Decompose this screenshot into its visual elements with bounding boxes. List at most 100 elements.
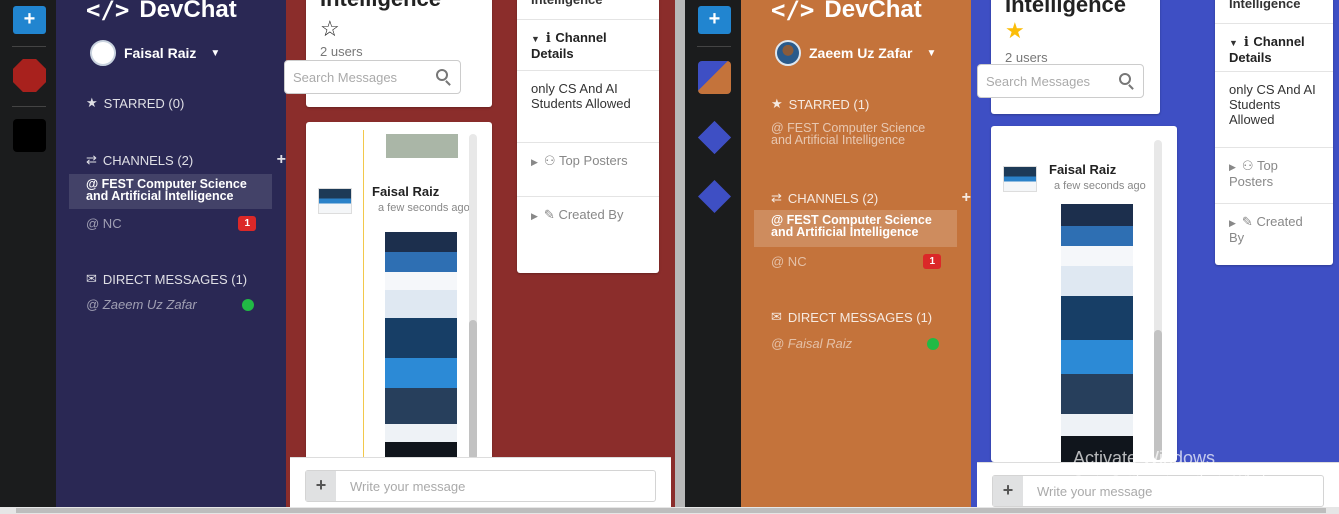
theme-swatch-blue-cream[interactable] <box>698 121 731 154</box>
user-menu[interactable]: Zaeem Uz Zafar ▼ <box>775 40 936 66</box>
created-by-label: Created By <box>558 207 624 222</box>
mail-icon: ✉ <box>771 309 782 324</box>
scrollbar-thumb[interactable] <box>1154 330 1162 460</box>
message-image[interactable] <box>385 232 457 462</box>
app-logo: </> DevChat <box>771 0 922 24</box>
messages-panel: Faisal Raiz a few seconds ago <box>991 126 1177 462</box>
star-filled-icon[interactable]: ★ <box>1005 18 1025 44</box>
rail-divider <box>12 46 46 47</box>
dropdown-caret-icon: ▼ <box>926 47 937 59</box>
app-name: DevChat <box>824 0 922 23</box>
mail-icon: ✉ <box>86 271 97 286</box>
new-message-divider <box>363 130 364 460</box>
rail-divider <box>697 46 731 47</box>
theme-swatch-red[interactable] <box>13 59 46 92</box>
horizontal-scrollbar-thumb[interactable] <box>16 508 1326 513</box>
message-author: Faisal Raiz <box>372 184 440 199</box>
code-icon: </> <box>771 0 815 24</box>
channel-details-toggle[interactable]: ▼ i Channel Details <box>1215 24 1333 72</box>
caret-down-icon: ▼ <box>1229 38 1238 48</box>
horizontal-scrollbar[interactable] <box>0 507 1339 514</box>
unread-badge: 1 <box>238 216 256 231</box>
top-posters-toggle[interactable]: ▶ ⚇ Top Posters <box>517 143 659 197</box>
pencil-icon: ✎ <box>543 207 559 222</box>
message-avatar <box>318 188 352 214</box>
channel-details-toggle[interactable]: ▼ i Channel Details <box>517 20 659 71</box>
channel-name: @ NC <box>86 216 122 231</box>
starred-label: STARRED (1) <box>788 96 870 112</box>
dm-name: @ Zaeem Uz Zafar <box>86 297 197 312</box>
messages-scrollbar[interactable] <box>469 134 477 460</box>
online-indicator <box>927 338 939 350</box>
main-area: Intelligence ★ 2 users Faisal Raiz a few… <box>971 0 1339 507</box>
messages-scrollbar[interactable] <box>1154 140 1162 460</box>
image-preview <box>386 134 458 158</box>
channels-header: ⇄ CHANNELS (2) + <box>86 151 286 169</box>
caret-right-icon: ▶ <box>1229 218 1236 228</box>
user-menu[interactable]: Faisal Raiz ▼ <box>90 40 220 66</box>
chat-window-zaeem: + </> DevChat Zaeem Uz Zafar ▼ ★ STARRED… <box>685 0 1339 507</box>
channel-name: @ FEST Computer Science and Artificial I… <box>771 213 932 239</box>
search-input[interactable] <box>285 69 415 85</box>
channels-label: CHANNELS (2) <box>787 190 879 206</box>
exchange-icon: ⇄ <box>771 190 782 205</box>
color-rail: + <box>685 0 741 507</box>
user-icon: ⚇ <box>543 153 559 168</box>
dropdown-caret-icon: ▼ <box>210 47 221 59</box>
channel-title: Intelligence <box>1005 0 1127 17</box>
avatar <box>90 40 116 66</box>
created-by-toggle[interactable]: ▶ ✎ Created By <box>1215 204 1333 260</box>
main-area: Intelligence ☆ 2 users Faisal Raiz a few… <box>284 0 675 507</box>
add-color-button[interactable]: + <box>13 6 46 34</box>
dm-name: @ Faisal Raiz <box>771 336 853 351</box>
star-icon: ★ <box>86 95 98 110</box>
channel-item-active[interactable]: @ FEST Computer Science and Artificial I… <box>69 174 272 209</box>
message-input[interactable] <box>350 478 610 494</box>
channel-item-nc[interactable]: @ NC 1 <box>771 254 941 269</box>
screen: + </> DevChat Faisal Raiz ▼ ★ STARRED (0… <box>0 0 1339 514</box>
starred-header: ★ STARRED (1) <box>771 96 971 112</box>
app-name: DevChat <box>139 0 237 23</box>
dm-label: DIRECT MESSAGES (1) <box>787 309 933 325</box>
details-header: Channel Details <box>1229 34 1305 65</box>
code-icon: </> <box>86 0 130 24</box>
search-icon <box>1119 73 1131 85</box>
rail-divider <box>12 106 46 107</box>
details-header: Channel Details <box>531 30 607 61</box>
add-color-button[interactable]: + <box>698 6 731 34</box>
add-channel-button[interactable]: + <box>277 151 286 169</box>
message-image[interactable] <box>1061 204 1133 462</box>
message-time: a few seconds ago <box>1054 180 1146 192</box>
search-input[interactable] <box>978 73 1108 89</box>
add-attachment-button[interactable]: + <box>306 471 336 501</box>
add-channel-button[interactable]: + <box>962 189 971 207</box>
activation-watermark-subtitle: Go to Settings to activate Windows. <box>1073 472 1294 488</box>
channel-item-active[interactable]: @ FEST Computer Science and Artificial I… <box>754 210 957 247</box>
dm-item[interactable]: @ Faisal Raiz <box>771 336 941 351</box>
chat-window-faisal: + </> DevChat Faisal Raiz ▼ ★ STARRED (0… <box>0 0 675 507</box>
channel-name: @ FEST Computer Science and Artificial I… <box>86 177 247 203</box>
info-icon: i <box>545 31 556 46</box>
scrollbar-thumb[interactable] <box>469 320 477 460</box>
star-outline-icon[interactable]: ☆ <box>320 16 340 42</box>
sidebar: </> DevChat Zaeem Uz Zafar ▼ ★ STARRED (… <box>741 0 971 507</box>
unread-badge: 1 <box>923 254 941 269</box>
channel-name: @ NC <box>771 254 807 269</box>
top-posters-toggle[interactable]: ▶ ⚇ Top Posters <box>1215 148 1333 204</box>
add-attachment-button[interactable]: + <box>993 476 1023 506</box>
channel-item-nc[interactable]: @ NC 1 <box>86 216 256 231</box>
theme-swatch-blue-green[interactable] <box>698 180 731 213</box>
channel-details-panel: Intelligence ▼ i Channel Details only CS … <box>517 0 659 273</box>
starred-item[interactable]: @ FEST Computer Science and Artificial I… <box>754 118 957 150</box>
info-icon: i <box>1243 35 1254 50</box>
user-icon: ⚇ <box>1241 158 1257 173</box>
exchange-icon: ⇄ <box>86 152 97 167</box>
dm-header: ✉ DIRECT MESSAGES (1) <box>86 271 286 287</box>
theme-swatch-black[interactable] <box>13 119 46 152</box>
created-by-toggle[interactable]: ▶ ✎ Created By <box>517 197 659 253</box>
channel-details-panel: Intelligence ▼ i Channel Details only CS … <box>1215 0 1333 265</box>
search-box <box>977 64 1144 98</box>
created-by-label: Created By <box>1229 214 1303 245</box>
dm-item[interactable]: @ Zaeem Uz Zafar <box>86 297 256 312</box>
theme-swatch-blue-orange[interactable] <box>698 61 731 94</box>
